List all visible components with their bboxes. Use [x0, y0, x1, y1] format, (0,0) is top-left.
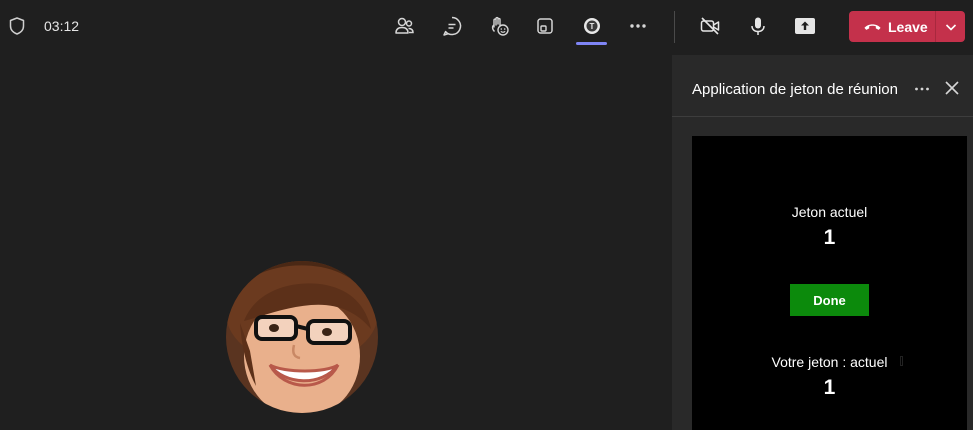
active-tab-indicator [576, 42, 607, 45]
current-token-label: Jeton actuel [791, 204, 868, 220]
panel-title: Application de jeton de réunion [692, 81, 898, 98]
more-icon[interactable] [626, 14, 650, 38]
current-token-value: 1 [823, 226, 836, 249]
svg-text:T: T [590, 22, 595, 31]
chevron-down-icon[interactable] [936, 11, 965, 42]
mic-icon[interactable] [746, 14, 770, 38]
leave-label: Leave [888, 18, 928, 35]
share-icon[interactable] [793, 14, 817, 38]
people-icon[interactable] [392, 14, 416, 38]
view-icon[interactable] [533, 14, 557, 38]
text-cursor-mark [900, 356, 903, 366]
panel-divider [672, 116, 973, 117]
done-button[interactable]: Done [790, 284, 869, 316]
camera-off-icon[interactable] [698, 14, 722, 38]
meeting-token-app-icon[interactable]: T [580, 14, 604, 38]
token-app-frame: Jeton actuel 1 Done Votre jeton : actuel… [692, 136, 967, 430]
phone-hangup-icon [864, 24, 881, 30]
your-token-label: Votre jeton : actuel [771, 354, 888, 370]
side-panel: Application de jeton de réunion Jeton ac… [672, 55, 973, 430]
meeting-stage [0, 55, 672, 430]
toolbar-divider [674, 11, 675, 43]
meeting-timer: 03:12 [44, 18, 80, 34]
shield-icon [9, 17, 25, 35]
close-icon[interactable] [943, 79, 961, 97]
more-icon[interactable] [912, 79, 932, 99]
your-token-value: 1 [823, 376, 836, 399]
participant-avatar[interactable] [226, 261, 378, 413]
meeting-toolbar: 03:12 T Leave [0, 0, 973, 55]
leave-button-group: Leave [849, 11, 965, 42]
chat-icon[interactable] [440, 14, 464, 38]
react-icon[interactable] [487, 14, 511, 38]
leave-button[interactable]: Leave [849, 11, 935, 42]
